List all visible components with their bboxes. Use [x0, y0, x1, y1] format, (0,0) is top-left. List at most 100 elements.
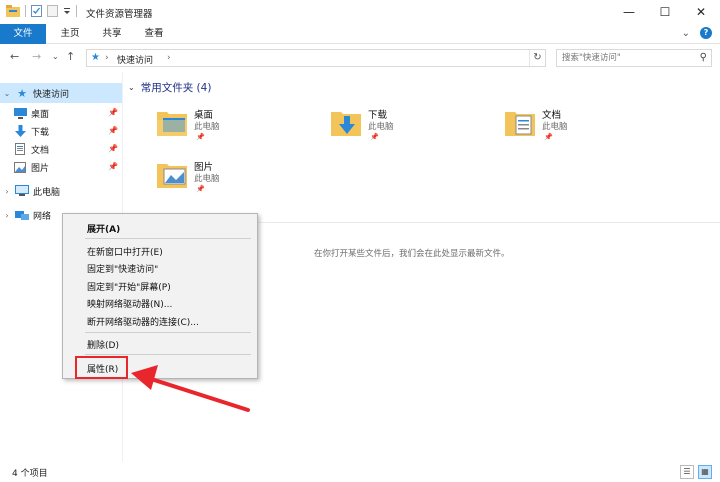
menu-item-delete[interactable]: 删除(D)	[87, 338, 119, 351]
sidebar-item-label: 网络	[33, 211, 52, 222]
quick-access-toolbar	[6, 5, 77, 17]
menu-separator	[85, 238, 251, 239]
annotation-highlight-box	[75, 356, 128, 379]
explorer-icon[interactable]	[6, 5, 20, 17]
expander-icon[interactable]: ›	[0, 211, 14, 220]
sidebar-item-pictures[interactable]: 图片 📌	[0, 157, 122, 177]
folder-name: 图片	[194, 162, 214, 173]
frequent-folders-header[interactable]: ⌄ 常用文件夹 (4)	[128, 80, 211, 95]
pin-icon: 📌	[196, 133, 205, 141]
recent-files-empty-message: 在你打开某些文件后，我们会在此处显示最新文件。	[314, 249, 510, 259]
folder-location: 此电脑	[194, 174, 220, 184]
up-button[interactable]: ↑	[66, 50, 75, 63]
pin-icon[interactable]: 📌	[108, 126, 118, 135]
folder-location: 此电脑	[542, 122, 568, 132]
status-bar: 4 个项目 ☰ ▦	[0, 462, 720, 482]
pin-icon[interactable]: 📌	[108, 162, 118, 171]
sidebar-item-label: 图片	[31, 163, 50, 174]
breadcrumb-quick-access[interactable]: 快速访问	[117, 53, 153, 66]
chevron-down-icon[interactable]: ⌄	[128, 83, 135, 92]
sidebar-item-this-pc[interactable]: › 此电脑	[0, 181, 122, 201]
sidebar-item-documents[interactable]: 文档 📌	[0, 139, 122, 159]
folder-name: 文档	[542, 110, 562, 121]
expander-icon[interactable]: ›	[0, 187, 14, 196]
search-input[interactable]	[562, 51, 692, 65]
new-folder-icon[interactable]	[47, 5, 58, 17]
folder-tile-documents[interactable]: 文档 此电脑 📌	[504, 106, 664, 150]
pin-icon[interactable]: 📌	[108, 144, 118, 153]
close-button[interactable]: ✕	[684, 0, 718, 24]
menu-item-pin-quick-access[interactable]: 固定到"快速访问"	[87, 262, 158, 275]
sidebar-item-label: 快速访问	[33, 89, 70, 100]
navigation-bar: ← → ⌄ ↑ ★ › 快速访问 › ⌄ ↻ ⚲	[0, 45, 720, 71]
properties-icon[interactable]	[31, 5, 42, 17]
ribbon-tab-bar: 文件 主页 共享 查看 ⌄ ?	[0, 24, 720, 44]
tab-home[interactable]: 主页	[50, 24, 90, 44]
back-button[interactable]: ←	[10, 50, 19, 63]
menu-separator	[85, 332, 251, 333]
expander-icon[interactable]: ⌄	[0, 89, 14, 98]
refresh-button[interactable]: ↻	[529, 50, 545, 66]
qat-separator	[76, 5, 77, 17]
folder-name: 桌面	[194, 110, 214, 121]
menu-item-disconnect-network-drive[interactable]: 断开网络驱动器的连接(C)...	[87, 315, 199, 328]
pin-icon: 📌	[370, 133, 379, 141]
star-icon: ★	[17, 86, 27, 100]
folder-location: 此电脑	[194, 122, 220, 132]
downloads-folder-icon	[331, 112, 361, 136]
menu-item-pin-start[interactable]: 固定到"开始"屏幕(P)	[87, 280, 171, 293]
context-menu: 展开(A) 在新窗口中打开(E) 固定到"快速访问" 固定到"开始"屏幕(P) …	[62, 213, 258, 379]
minimize-button[interactable]: —	[612, 0, 646, 24]
qat-dropdown-icon[interactable]	[63, 7, 71, 15]
large-icons-view-icon[interactable]: ▦	[698, 465, 712, 479]
details-view-icon[interactable]: ☰	[680, 465, 694, 479]
chevron-right-icon[interactable]: ›	[167, 53, 171, 63]
sidebar-item-label: 此电脑	[33, 187, 61, 198]
download-icon	[12, 124, 28, 138]
star-icon: ★	[91, 52, 100, 63]
computer-icon	[14, 184, 30, 198]
search-icon: ⚲	[699, 52, 707, 63]
sidebar-item-desktop[interactable]: 桌面 📌	[0, 103, 122, 123]
desktop-icon	[12, 106, 28, 120]
maximize-button[interactable]: ☐	[648, 0, 682, 24]
recent-locations-button[interactable]: ⌄	[52, 52, 59, 61]
sidebar-item-quick-access[interactable]: ⌄ ★ 快速访问	[0, 83, 122, 103]
help-icon[interactable]: ?	[700, 27, 712, 39]
folder-location: 此电脑	[368, 122, 394, 132]
pin-icon[interactable]: 📌	[108, 108, 118, 117]
tab-share[interactable]: 共享	[92, 24, 132, 44]
group-header-label: 常用文件夹 (4)	[140, 82, 212, 94]
documents-folder-icon	[505, 112, 535, 136]
document-icon	[12, 142, 28, 156]
qat-separator	[25, 5, 26, 17]
network-icon	[14, 208, 30, 222]
folder-tile-pictures[interactable]: 图片 此电脑 📌	[156, 158, 316, 202]
sidebar-item-downloads[interactable]: 下载 📌	[0, 121, 122, 141]
sidebar-item-label: 下载	[31, 127, 50, 138]
sidebar-item-label: 桌面	[31, 109, 50, 120]
picture-icon	[12, 160, 28, 174]
desktop-folder-icon	[157, 112, 187, 136]
tab-file[interactable]: 文件	[0, 24, 46, 44]
menu-item-expand[interactable]: 展开(A)	[87, 222, 120, 235]
pin-icon: 📌	[196, 185, 205, 193]
pin-icon: 📌	[544, 133, 553, 141]
folder-name: 下载	[368, 110, 388, 121]
window-title: 文件资源管理器	[86, 9, 153, 20]
chevron-right-icon[interactable]: ›	[105, 53, 109, 63]
menu-item-map-network-drive[interactable]: 映射网络驱动器(N)...	[87, 297, 172, 310]
forward-button[interactable]: →	[32, 50, 41, 63]
pictures-folder-icon	[157, 164, 187, 188]
tab-view[interactable]: 查看	[134, 24, 174, 44]
item-count: 4 个项目	[12, 469, 48, 479]
menu-item-open-new-window[interactable]: 在新窗口中打开(E)	[87, 245, 163, 258]
title-bar: 文件资源管理器 — ☐ ✕	[0, 0, 720, 24]
menu-separator	[85, 354, 251, 355]
folder-tile-downloads[interactable]: 下载 此电脑 📌	[330, 106, 490, 150]
ribbon-collapse-icon[interactable]: ⌄	[682, 28, 690, 39]
sidebar-item-label: 文档	[31, 145, 50, 156]
address-bar[interactable]: ★ › 快速访问 › ⌄ ↻	[86, 49, 619, 67]
folder-tile-desktop[interactable]: 桌面 此电脑 📌	[156, 106, 316, 150]
search-box[interactable]: ⚲	[556, 49, 712, 67]
